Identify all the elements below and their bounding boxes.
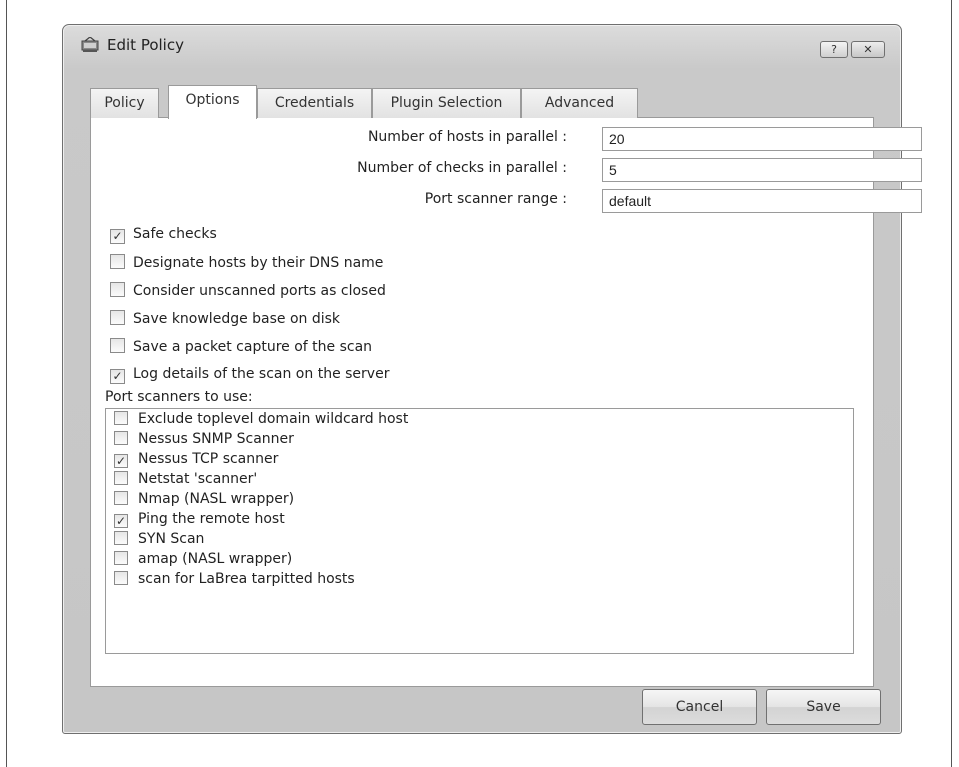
list-item-label: Ping the remote host	[138, 511, 285, 527]
app-icon	[81, 37, 99, 52]
list-item-label: scan for LaBrea tarpitted hosts	[138, 571, 355, 587]
checkbox[interactable]: ✓	[114, 514, 128, 528]
checkbox[interactable]	[114, 431, 128, 445]
window-title: Edit Policy	[107, 36, 184, 54]
list-item-label: Nessus SNMP Scanner	[138, 431, 294, 447]
option-label: Consider unscanned ports as closed	[133, 283, 386, 299]
checks-parallel-input[interactable]	[602, 158, 922, 182]
tab-advanced[interactable]: Advanced	[521, 88, 638, 118]
list-item[interactable]: SYN Scan	[114, 531, 204, 550]
list-item[interactable]: amap (NASL wrapper)	[114, 551, 292, 570]
list-item[interactable]: scan for LaBrea tarpitted hosts	[114, 571, 355, 590]
list-item[interactable]: ✓ Nessus TCP scanner	[114, 451, 278, 470]
close-button[interactable]: ✕	[851, 41, 885, 58]
option-designate-dns[interactable]: Designate hosts by their DNS name	[110, 254, 383, 274]
checkbox[interactable]	[114, 491, 128, 505]
list-item[interactable]: Nmap (NASL wrapper)	[114, 491, 294, 510]
title-bar: Edit Policy ? ✕	[63, 25, 901, 69]
checks-parallel-label: Number of checks in parallel :	[357, 160, 567, 176]
list-item-label: Nmap (NASL wrapper)	[138, 491, 295, 507]
port-scanner-list[interactable]: Exclude toplevel domain wildcard host Ne…	[105, 408, 854, 654]
checkbox[interactable]	[110, 310, 125, 325]
option-log-details[interactable]: ✓ Log details of the scan on the server	[110, 366, 389, 386]
option-label: Safe checks	[133, 226, 217, 242]
edit-policy-dialog: Edit Policy ? ✕ Number of hosts in paral…	[62, 24, 922, 734]
checkbox[interactable]	[114, 471, 128, 485]
options-tab-panel: Number of hosts in parallel : Number of …	[90, 117, 922, 687]
list-item[interactable]: Netstat 'scanner'	[114, 471, 257, 490]
option-label: Save a packet capture of the scan	[133, 339, 373, 355]
checkbox[interactable]	[110, 282, 125, 297]
option-label: Save knowledge base on disk	[133, 311, 341, 327]
tab-credentials[interactable]: Credentials	[257, 88, 372, 118]
list-item-label: amap (NASL wrapper)	[138, 551, 293, 567]
checkbox[interactable]	[110, 338, 125, 353]
cancel-button[interactable]: Cancel	[642, 689, 757, 725]
tab-options[interactable]: Options	[168, 85, 257, 119]
option-label: Log details of the scan on the server	[133, 366, 390, 382]
tab-policy[interactable]: Policy	[90, 88, 159, 118]
port-range-input[interactable]	[602, 189, 922, 213]
list-item-label: Exclude toplevel domain wildcard host	[138, 411, 409, 427]
option-label: Designate hosts by their DNS name	[133, 255, 384, 271]
checkbox[interactable]	[114, 571, 128, 585]
list-item-label: Nessus TCP scanner	[138, 451, 279, 467]
list-item[interactable]: ✓ Ping the remote host	[114, 511, 285, 530]
list-item[interactable]: Nessus SNMP Scanner	[114, 431, 294, 450]
list-item-label: Netstat 'scanner'	[138, 471, 258, 487]
list-item[interactable]: Exclude toplevel domain wildcard host	[114, 411, 408, 430]
option-unscanned-closed[interactable]: Consider unscanned ports as closed	[110, 282, 386, 302]
checkbox[interactable]	[114, 411, 128, 425]
tab-plugin-selection[interactable]: Plugin Selection	[372, 88, 521, 118]
hosts-parallel-label: Number of hosts in parallel :	[367, 129, 567, 145]
list-item-label: SYN Scan	[138, 531, 205, 547]
option-save-kb[interactable]: Save knowledge base on disk	[110, 310, 340, 330]
checkbox[interactable]	[114, 551, 128, 565]
checkbox[interactable]	[114, 531, 128, 545]
hosts-parallel-input[interactable]	[602, 127, 922, 151]
checkbox[interactable]	[110, 254, 125, 269]
scanners-section-label: Port scanners to use:	[105, 389, 253, 405]
help-button[interactable]: ?	[820, 41, 848, 58]
checkbox[interactable]: ✓	[110, 229, 125, 244]
option-packet-capture[interactable]: Save a packet capture of the scan	[110, 338, 372, 358]
save-button[interactable]: Save	[766, 689, 881, 725]
checkbox[interactable]: ✓	[110, 369, 125, 384]
checkbox[interactable]: ✓	[114, 454, 128, 468]
port-range-label: Port scanner range :	[424, 191, 567, 207]
option-safe-checks[interactable]: ✓ Safe checks	[110, 226, 217, 246]
